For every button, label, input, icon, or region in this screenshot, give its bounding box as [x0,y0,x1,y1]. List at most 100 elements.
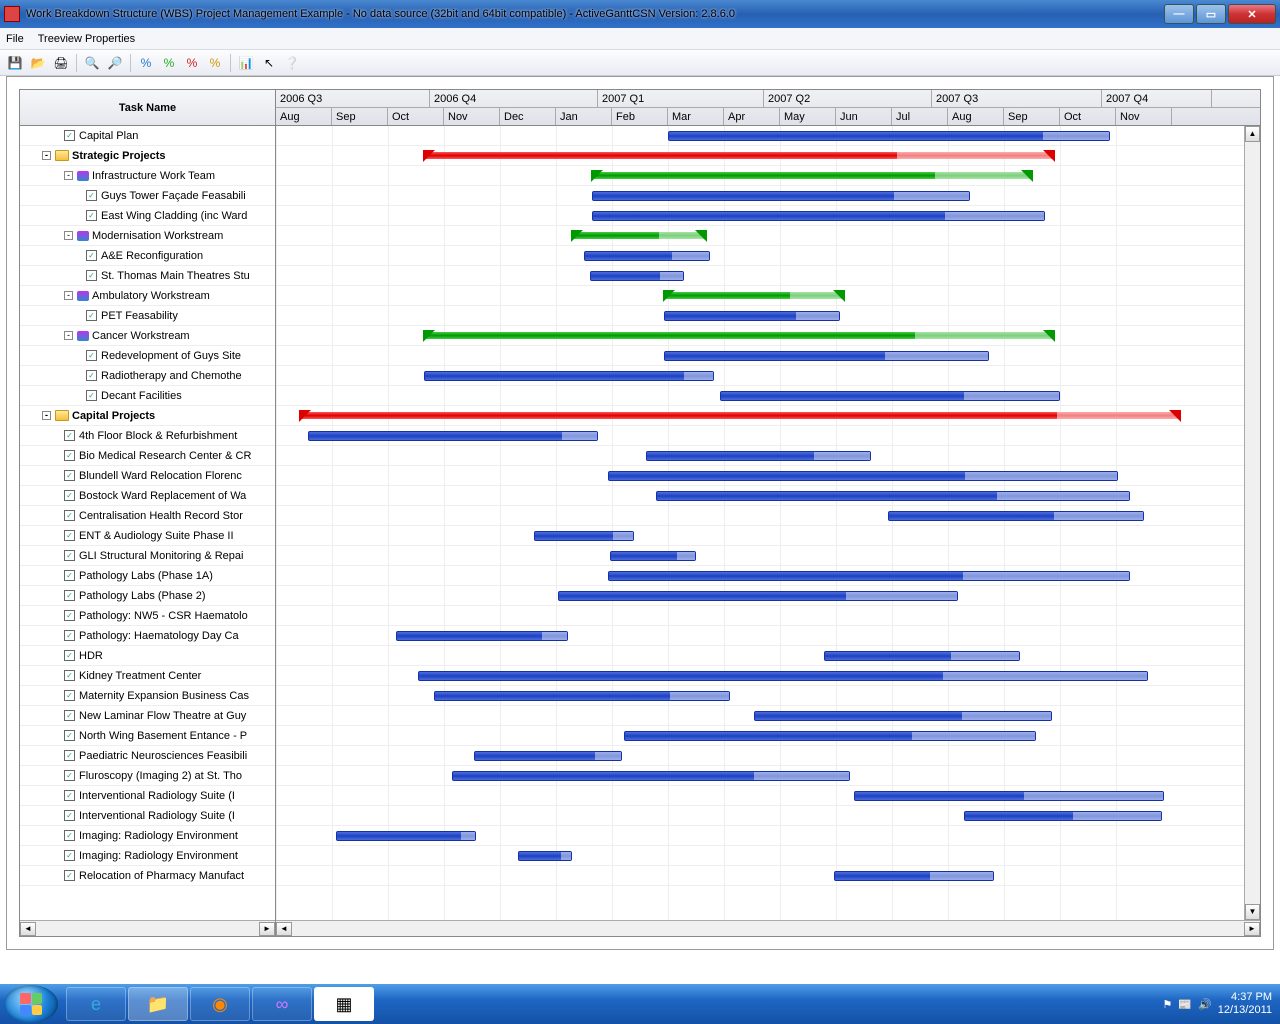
gantt-bar[interactable] [424,371,714,381]
save-icon[interactable]: 💾 [4,52,26,74]
system-tray[interactable]: ⚑ 📰 🔊 4:37 PM 12/13/2011 [1162,991,1276,1017]
gantt-bar[interactable] [608,571,1130,581]
checkbox-icon[interactable]: ✓ [64,530,75,541]
tree-body[interactable]: ✓Capital Plan-Strategic Projects-Infrast… [20,126,275,920]
checkbox-icon[interactable]: ✓ [64,550,75,561]
checkbox-icon[interactable]: ✓ [64,850,75,861]
task-row[interactable]: ✓Fluroscopy (Imaging 2) at St. Tho [20,766,275,786]
gantt-bar[interactable] [424,152,1054,159]
task-row[interactable]: ✓Decant Facilities [20,386,275,406]
gantt-bar[interactable] [668,131,1110,141]
help-icon[interactable]: ❔ [281,52,303,74]
gantt-bar[interactable] [418,671,1148,681]
expand-toggle[interactable]: - [42,411,51,420]
task-row[interactable]: ✓St. Thomas Main Theatres Stu [20,266,275,286]
checkbox-icon[interactable]: ✓ [64,670,75,681]
chart-hscroll[interactable]: ◄ ► [276,920,1260,936]
gantt-bar[interactable] [336,831,476,841]
task-row[interactable]: ✓GLI Structural Monitoring & Repai [20,546,275,566]
taskbar-app-icon[interactable]: ▦ [314,987,374,1021]
task-row[interactable]: ✓Imaging: Radiology Environment [20,846,275,866]
percent-green-icon[interactable]: % [158,52,180,74]
close-button[interactable]: ✕ [1228,4,1276,24]
scroll-down-icon[interactable]: ▼ [1245,904,1260,920]
task-row[interactable]: ✓HDR [20,646,275,666]
task-row[interactable]: ✓Redevelopment of Guys Site [20,346,275,366]
scroll-right-icon[interactable]: ► [259,922,275,936]
scroll-left-icon[interactable]: ◄ [276,922,292,936]
expand-toggle[interactable]: - [64,291,73,300]
checkbox-icon[interactable]: ✓ [64,470,75,481]
task-row[interactable]: ✓Kidney Treatment Center [20,666,275,686]
gantt-bar[interactable] [424,332,1054,339]
task-row[interactable]: ✓Bostock Ward Replacement of Wa [20,486,275,506]
task-row[interactable]: ✓Centralisation Health Record Stor [20,506,275,526]
tray-network-icon[interactable]: 📰 [1178,998,1192,1011]
checkbox-icon[interactable]: ✓ [64,810,75,821]
gantt-bar[interactable] [608,471,1118,481]
checkbox-icon[interactable]: ✓ [64,650,75,661]
gantt-bar[interactable] [590,271,684,281]
checkbox-icon[interactable]: ✓ [64,510,75,521]
gantt-bar[interactable] [834,871,994,881]
task-row[interactable]: ✓Maternity Expansion Business Cas [20,686,275,706]
checkbox-icon[interactable]: ✓ [64,630,75,641]
task-row[interactable]: -Strategic Projects [20,146,275,166]
gantt-bar[interactable] [624,731,1036,741]
gantt-chart-body[interactable] [276,126,1260,920]
gantt-bar[interactable] [646,451,871,461]
checkbox-icon[interactable]: ✓ [64,430,75,441]
gantt-bar[interactable] [572,232,706,239]
checkbox-icon[interactable]: ✓ [64,870,75,881]
zoom-in-icon[interactable]: 🔍 [81,52,103,74]
gantt-bar[interactable] [452,771,850,781]
checkbox-icon[interactable]: ✓ [64,790,75,801]
gantt-bar[interactable] [664,311,840,321]
gantt-bar[interactable] [720,391,1060,401]
checkbox-icon[interactable]: ✓ [64,570,75,581]
checkbox-icon[interactable]: ✓ [64,490,75,501]
task-row[interactable]: ✓Imaging: Radiology Environment [20,826,275,846]
checkbox-icon[interactable]: ✓ [86,350,97,361]
task-row[interactable]: ✓Capital Plan [20,126,275,146]
checkbox-icon[interactable]: ✓ [64,690,75,701]
gantt-bar[interactable] [558,591,958,601]
task-row[interactable]: ✓Guys Tower Façade Feasabili [20,186,275,206]
minimize-button[interactable]: — [1164,4,1194,24]
gantt-bar[interactable] [584,251,710,261]
task-row[interactable]: -Infrastructure Work Team [20,166,275,186]
chart-icon[interactable]: 📊 [235,52,257,74]
gantt-bar[interactable] [534,531,634,541]
taskbar-ie-icon[interactable]: e [66,987,126,1021]
tree-hscroll[interactable]: ◄ ► [20,920,275,936]
checkbox-icon[interactable]: ✓ [86,250,97,261]
scroll-up-icon[interactable]: ▲ [1245,126,1260,142]
gantt-bar[interactable] [308,431,598,441]
percent-yellow-icon[interactable]: % [204,52,226,74]
gantt-bar[interactable] [592,211,1045,221]
task-row[interactable]: -Ambulatory Workstream [20,286,275,306]
checkbox-icon[interactable]: ✓ [86,390,97,401]
gantt-bar[interactable] [824,651,1020,661]
gantt-bar[interactable] [656,491,1130,501]
gantt-bar[interactable] [474,751,622,761]
task-row[interactable]: -Capital Projects [20,406,275,426]
task-row[interactable]: ✓Pathology Labs (Phase 2) [20,586,275,606]
gantt-bar[interactable] [300,412,1180,419]
task-row[interactable]: ✓Blundell Ward Relocation Florenc [20,466,275,486]
checkbox-icon[interactable]: ✓ [64,770,75,781]
checkbox-icon[interactable]: ✓ [86,210,97,221]
checkbox-icon[interactable]: ✓ [86,190,97,201]
task-row[interactable]: ✓PET Feasability [20,306,275,326]
maximize-button[interactable]: ▭ [1196,4,1226,24]
gantt-bar[interactable] [664,351,989,361]
expand-toggle[interactable]: - [42,151,51,160]
gantt-bar[interactable] [664,292,844,299]
checkbox-icon[interactable]: ✓ [86,270,97,281]
task-row[interactable]: ✓North Wing Basement Entance - P [20,726,275,746]
task-row[interactable]: ✓ENT & Audiology Suite Phase II [20,526,275,546]
gantt-bar[interactable] [888,511,1144,521]
task-row[interactable]: ✓Interventional Radiology Suite (I [20,786,275,806]
expand-toggle[interactable]: - [64,331,73,340]
task-row[interactable]: ✓Relocation of Pharmacy Manufact [20,866,275,886]
